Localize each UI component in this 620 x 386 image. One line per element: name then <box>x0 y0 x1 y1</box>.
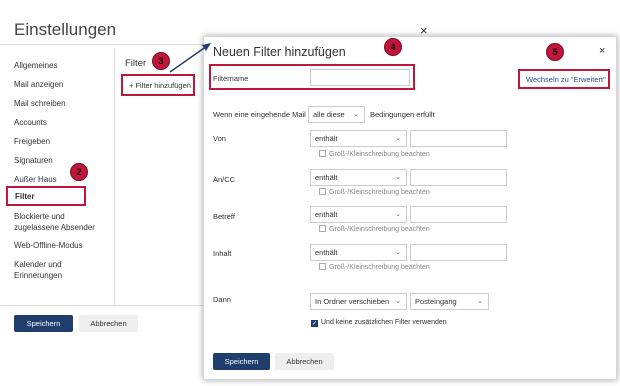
case-sensitive-label: Groß-/Kleinschreibung beachten <box>329 226 430 233</box>
chevron-down-icon: ⌄ <box>477 298 483 305</box>
target-folder-select[interactable]: Posteingang ⌄ <box>410 293 489 310</box>
sidebar-item-signaturen[interactable]: Signaturen <box>14 155 53 166</box>
action-select[interactable]: In Ordner verschieben ⌄ <box>310 293 407 310</box>
operator-value: enthält <box>315 248 338 257</box>
step-badge-2: 2 <box>70 163 88 181</box>
then-label: Dann <box>213 295 231 304</box>
step-badge-3: 3 <box>152 52 170 70</box>
title-divider <box>0 44 215 45</box>
condition-value-input-betreff[interactable] <box>410 206 507 223</box>
filter-section-title: Filter <box>125 58 147 69</box>
condition-label-betreff: Betreff <box>213 212 235 221</box>
dialog-title: Neuen Filter hinzufügen <box>213 45 346 59</box>
settings-title: Einstellungen <box>14 20 117 39</box>
filter-name-label: Filtername <box>213 74 249 83</box>
condition-operator-select-ancc[interactable]: enthält ⌄ <box>310 169 407 186</box>
case-sensitive-checkbox-ancc[interactable]: Groß-/Kleinschreibung beachten <box>319 188 430 196</box>
checkbox-icon <box>319 150 326 157</box>
sidebar-item-accounts[interactable]: Accounts <box>14 117 47 128</box>
stop-processing-label: Und keine zusätzlichen Filter verwenden <box>321 319 447 326</box>
add-filter-button[interactable]: + Filter hinzufügen <box>121 74 195 96</box>
case-sensitive-checkbox-betreff[interactable]: Groß-/Kleinschreibung beachten <box>319 225 430 233</box>
checkbox-icon <box>319 188 326 195</box>
condition-prefix: Wenn eine eingehende Mail <box>213 110 306 119</box>
operator-value: enthält <box>315 134 338 143</box>
sidebar-item-filter[interactable]: Filter <box>6 186 86 206</box>
condition-mode-value: alle diese <box>313 110 345 119</box>
operator-value: enthält <box>315 173 338 182</box>
condition-value-input-inhalt[interactable] <box>410 244 507 261</box>
sidebar-item-freigeben[interactable]: Freigeben <box>14 136 50 147</box>
condition-operator-select-inhalt[interactable]: enthält ⌄ <box>310 244 407 261</box>
action-value: In Ordner verschieben <box>315 297 390 306</box>
dialog-cancel-button[interactable]: Abbrechen <box>275 353 334 370</box>
checkbox-icon <box>319 225 326 232</box>
sidebar-item-allgemeines[interactable]: Allgemeines <box>14 60 58 71</box>
sidebar-item-blockierte-absender[interactable]: Blockierte und zugelassene Absender <box>14 211 109 233</box>
sidebar-item-mail-anzeigen[interactable]: Mail anzeigen <box>14 79 63 90</box>
condition-operator-select-von[interactable]: enthält ⌄ <box>310 130 407 147</box>
case-sensitive-label: Groß-/Kleinschreibung beachten <box>329 151 430 158</box>
footer-divider <box>0 305 215 306</box>
chevron-down-icon: ⌄ <box>353 111 359 118</box>
condition-suffix: Bedingungen erfüllt <box>370 110 435 119</box>
sidebar-item-ausser-haus[interactable]: Außer Haus <box>14 174 57 185</box>
settings-cancel-button[interactable]: Abbrechen <box>79 315 138 332</box>
condition-label-inhalt: Inhalt <box>213 249 232 258</box>
case-sensitive-label: Groß-/Kleinschreibung beachten <box>329 264 430 271</box>
sidebar-item-mail-schreiben[interactable]: Mail schreiben <box>14 98 66 109</box>
dialog-save-button[interactable]: Speichern <box>213 353 270 370</box>
target-folder-value: Posteingang <box>415 297 457 306</box>
step-badge-5: 5 <box>546 43 564 61</box>
checkbox-checked-icon: ✓ <box>311 320 318 327</box>
condition-label-ancc: An/CC <box>213 175 236 184</box>
condition-value-input-ancc[interactable] <box>410 169 507 186</box>
sidebar-item-kalender[interactable]: Kalender und Erinnerungen <box>14 259 94 281</box>
add-filter-dialog: Neuen Filter hinzufügen × Filtername Wec… <box>203 36 617 380</box>
checkbox-icon <box>319 263 326 270</box>
filter-name-input[interactable] <box>310 69 410 86</box>
case-sensitive-label: Groß-/Kleinschreibung beachten <box>329 189 430 196</box>
chevron-down-icon: ⌄ <box>395 174 401 181</box>
case-sensitive-checkbox-inhalt[interactable]: Groß-/Kleinschreibung beachten <box>319 263 430 271</box>
dialog-close-icon[interactable]: × <box>599 45 605 57</box>
condition-value-input-von[interactable] <box>410 130 507 147</box>
sidebar-item-web-offline[interactable]: Web-Offline-Modus <box>14 240 83 251</box>
switch-advanced-link[interactable]: Wechseln zu "Erweitert" <box>518 69 610 89</box>
chevron-down-icon: ⌄ <box>395 249 401 256</box>
step-badge-4: 4 <box>384 38 402 56</box>
condition-operator-select-betreff[interactable]: enthält ⌄ <box>310 206 407 223</box>
stop-processing-checkbox[interactable]: ✓ Und keine zusätzlichen Filter verwenden <box>311 319 447 327</box>
condition-mode-select[interactable]: alle diese ⌄ <box>308 106 365 123</box>
chevron-down-icon: ⌄ <box>395 211 401 218</box>
settings-save-button[interactable]: Speichern <box>14 315 73 332</box>
operator-value: enthält <box>315 210 338 219</box>
chevron-down-icon: ⌄ <box>395 298 401 305</box>
condition-label-von: Von <box>213 134 226 143</box>
chevron-down-icon: ⌄ <box>395 135 401 142</box>
case-sensitive-checkbox-von[interactable]: Groß-/Kleinschreibung beachten <box>319 150 430 158</box>
